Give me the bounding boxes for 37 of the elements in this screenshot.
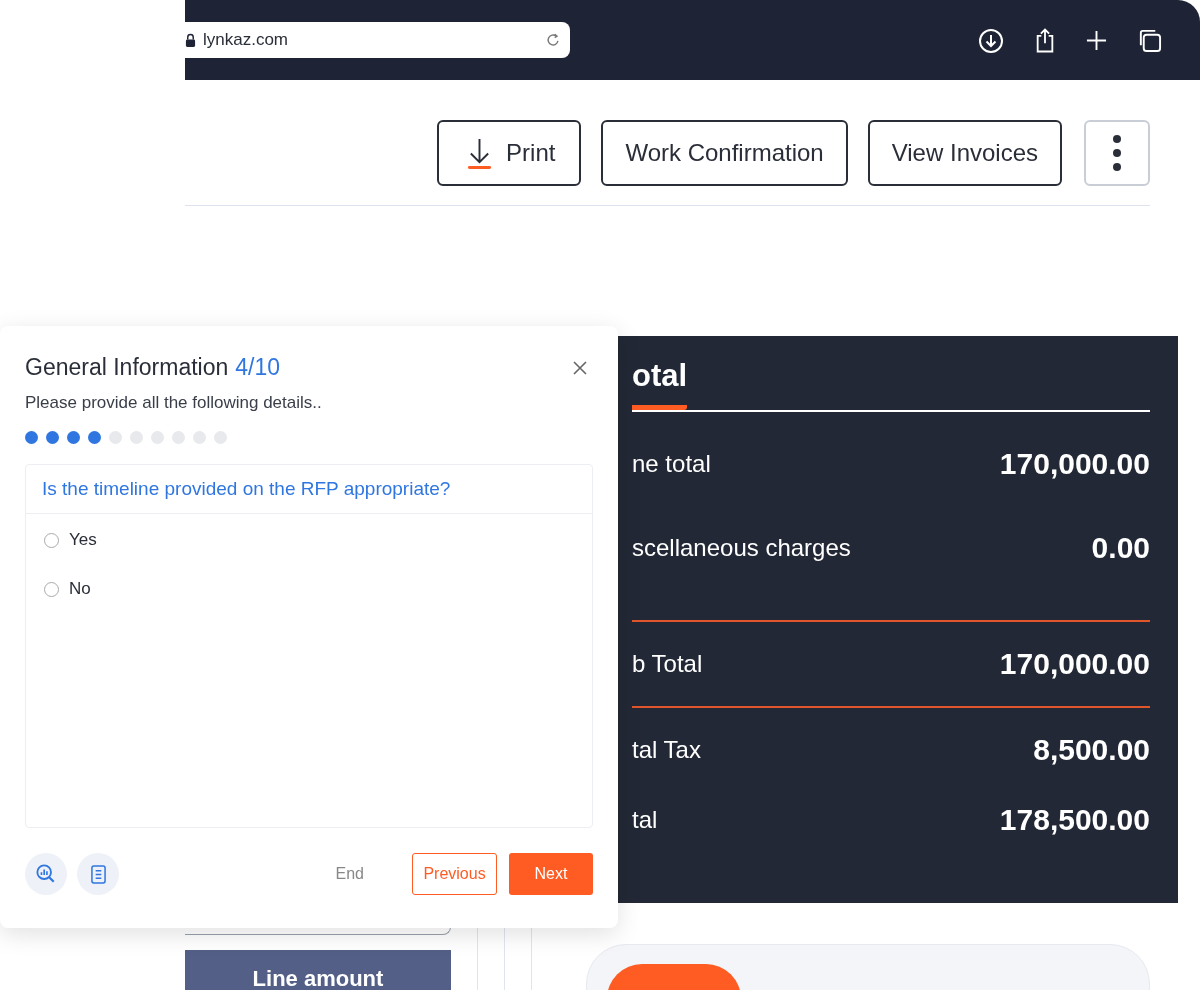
download-icon[interactable] (978, 27, 1004, 54)
more-icon (1113, 135, 1121, 171)
document-icon (90, 864, 106, 884)
close-icon[interactable] (573, 360, 587, 375)
option-label[interactable]: Yes (69, 530, 97, 550)
action-button[interactable]: View Invoices (867, 120, 1062, 186)
total-value: 8,500.00 (1033, 733, 1150, 767)
download-icon (467, 137, 493, 169)
dialog-title: General Information (25, 354, 229, 381)
lock-icon (185, 32, 196, 48)
tabs-icon[interactable] (1137, 28, 1162, 53)
dialog-subtitle: Please provide all the following details.. (25, 393, 323, 413)
column-header: Line amount (185, 950, 451, 990)
print-button[interactable]: Print (437, 120, 582, 186)
question-text: Is the timeline provided on the RFP appropriate? (26, 465, 592, 514)
analytics-button[interactable] (25, 853, 67, 895)
end-button[interactable]: End (329, 864, 370, 884)
chart-search-icon (36, 864, 56, 884)
total-value: 170,000.00 (999, 447, 1150, 481)
total-label: b Total (632, 650, 703, 678)
step-counter: 4/10 (235, 354, 281, 381)
option-label[interactable]: No (69, 579, 91, 599)
total-label: tal Tax (632, 736, 701, 764)
total-value: 178,500.00 (999, 803, 1150, 837)
address-bar[interactable]: lynkaz.com (185, 22, 570, 58)
share-icon[interactable] (1034, 27, 1056, 54)
total-value: 0.00 (1091, 531, 1150, 565)
total-value: 170,000.00 (999, 647, 1150, 681)
document-button[interactable] (77, 853, 119, 895)
plus-icon[interactable] (1086, 30, 1107, 51)
action-button[interactable]: Work Confirmation (601, 120, 848, 186)
total-label: ne total (632, 450, 711, 478)
panel-title: otal (632, 358, 688, 410)
more-button[interactable] (1084, 120, 1150, 186)
total-label: tal (632, 806, 658, 834)
total-label: scellaneous charges (632, 534, 851, 562)
url-text: lynkaz.com (203, 30, 290, 50)
